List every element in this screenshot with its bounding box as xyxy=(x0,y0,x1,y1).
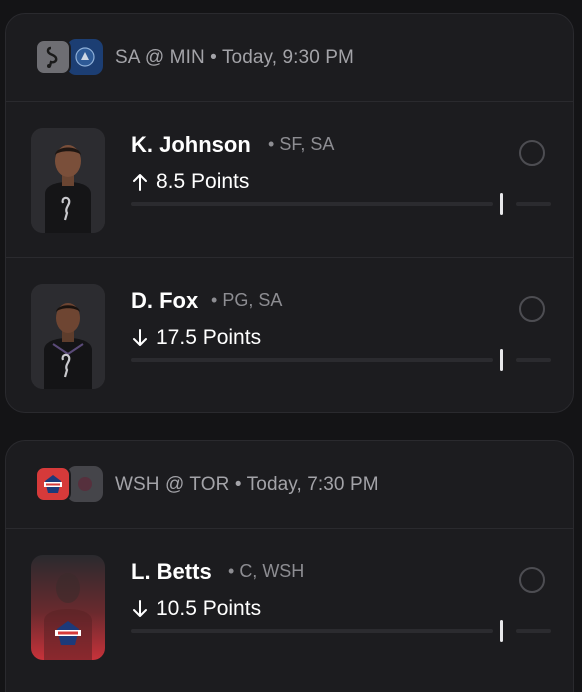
select-radio[interactable] xyxy=(519,140,545,166)
player-name: L. Betts xyxy=(131,559,212,584)
line-slider xyxy=(131,620,551,642)
player-photo xyxy=(31,128,105,233)
arrow-down-icon xyxy=(133,329,147,346)
game-header: WSH @ TOR • Today, 7:30 PM xyxy=(6,441,573,529)
player-name: K. Johnson xyxy=(131,132,251,157)
line-marker xyxy=(500,349,503,371)
prop-line: 8.5 Points xyxy=(156,170,250,193)
matchup-label: SA @ MIN xyxy=(115,46,205,68)
player-row[interactable]: L. Betts • C, WSH 10.5 Points xyxy=(6,529,573,684)
line-slider xyxy=(131,349,551,371)
player-row[interactable]: K. Johnson • SF, SA 8.5 Points xyxy=(6,102,573,257)
arrow-up-icon xyxy=(133,174,147,191)
raptors-logo xyxy=(67,465,103,502)
game-time: Today, 9:30 PM xyxy=(221,46,354,68)
arrow-down-icon xyxy=(133,600,147,617)
spurs-logo xyxy=(35,38,71,75)
team-logos xyxy=(35,465,105,504)
player-photo xyxy=(31,284,105,389)
prop-line: 17.5 Points xyxy=(156,326,262,349)
game-card: SA @ MIN • Today, 9:30 PM K. Johnson • S… xyxy=(5,13,574,413)
prop-line: 10.5 Points xyxy=(156,597,262,620)
select-radio[interactable] xyxy=(519,296,545,322)
player-position: • C, WSH xyxy=(228,561,305,581)
line-marker xyxy=(500,620,503,642)
team-logos xyxy=(35,38,105,77)
player-name: D. Fox xyxy=(131,288,199,313)
wizards-logo xyxy=(35,465,71,502)
matchup-label: WSH @ TOR xyxy=(115,473,230,495)
player-position: • SF, SA xyxy=(268,134,335,154)
select-radio[interactable] xyxy=(519,567,545,593)
player-row[interactable]: D. Fox • PG, SA 17.5 Points xyxy=(6,257,573,412)
player-silhouette xyxy=(31,555,105,660)
game-card: WSH @ TOR • Today, 7:30 PM L. Betts • C,… xyxy=(5,440,574,692)
timberwolves-logo xyxy=(67,38,103,75)
line-slider xyxy=(131,193,551,215)
game-header: SA @ MIN • Today, 9:30 PM xyxy=(6,14,573,102)
player-position: • PG, SA xyxy=(211,290,283,310)
game-time: Today, 7:30 PM xyxy=(246,473,379,495)
line-marker xyxy=(500,193,503,215)
